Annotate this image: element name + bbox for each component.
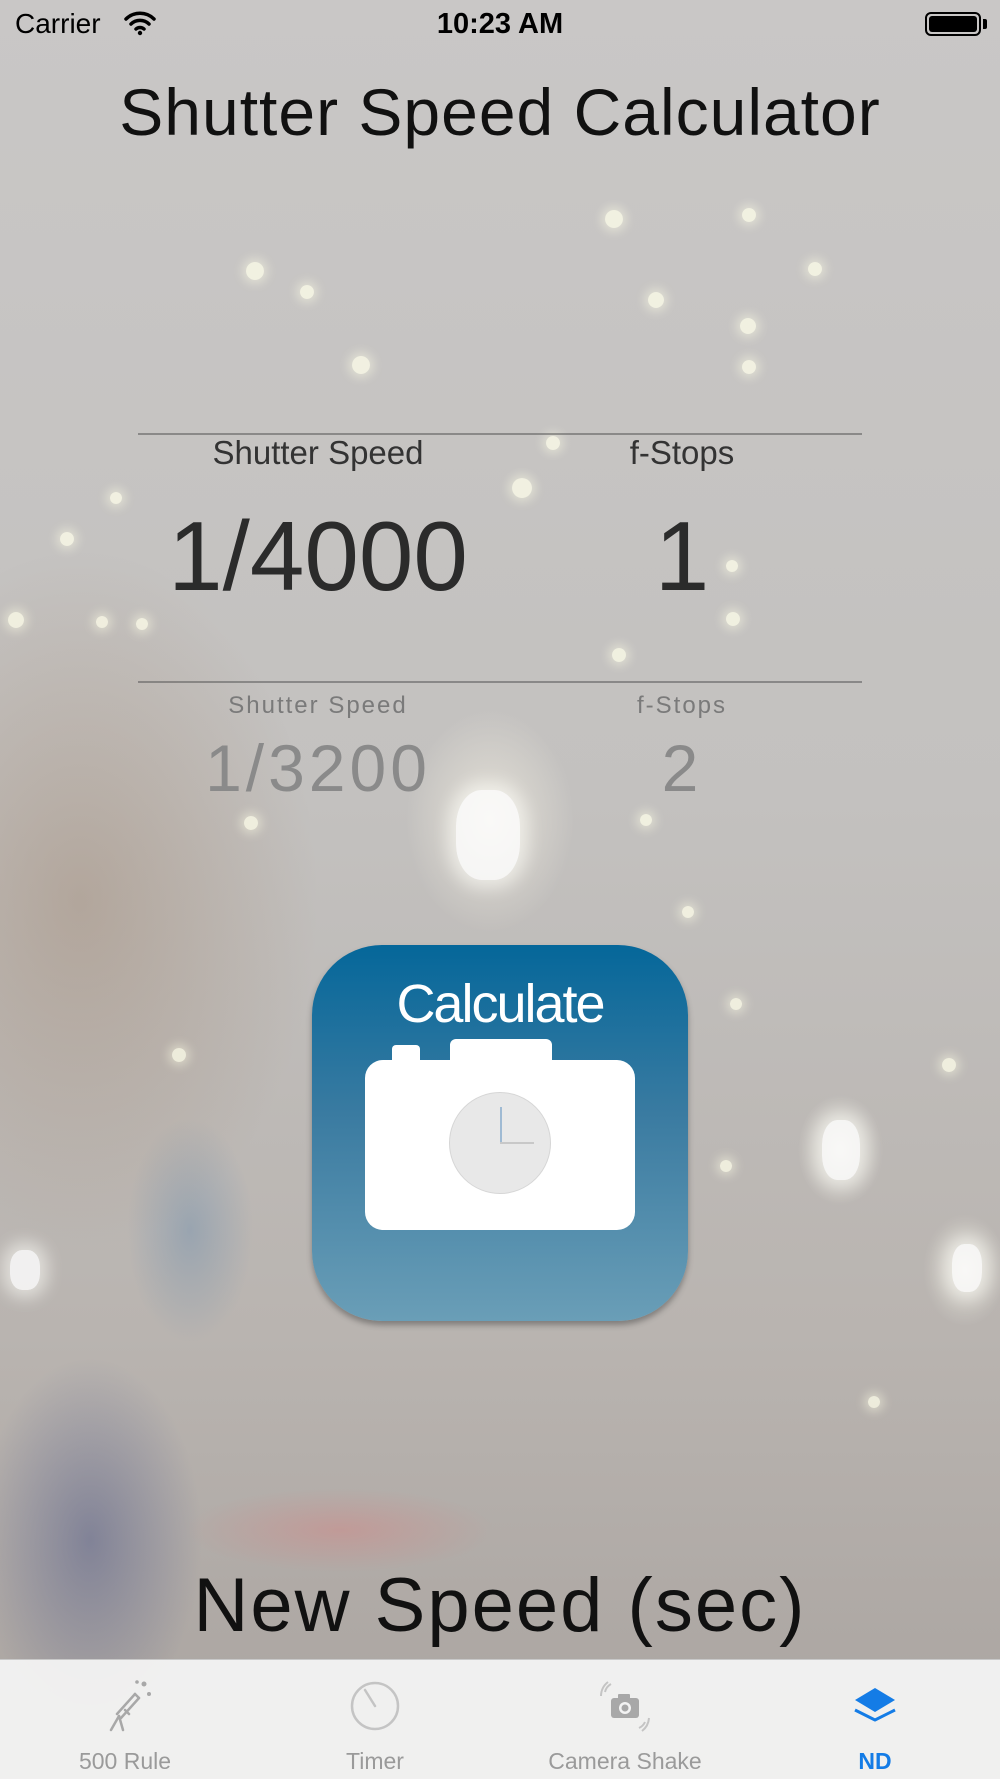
battery-cap: [983, 19, 987, 29]
f-stops-value[interactable]: 1: [532, 500, 832, 613]
tab-timer[interactable]: Timer: [250, 1660, 500, 1779]
calculate-button[interactable]: Calculate: [312, 945, 688, 1321]
background-photo: [0, 0, 1000, 1778]
status-time: 10:23 AM: [436, 8, 564, 40]
tab-camera-shake[interactable]: Camera Shake: [500, 1660, 750, 1779]
timer-icon: [345, 1674, 405, 1734]
shutter-speed-value[interactable]: 1/4000: [118, 500, 518, 613]
shutter-speed-label-next: Shutter Speed: [228, 692, 408, 719]
tab-label-timer: Timer: [346, 1748, 404, 1774]
tab-label-camera-shake: Camera Shake: [548, 1748, 702, 1774]
telescope-icon: [95, 1674, 155, 1734]
battery-icon: [925, 12, 981, 36]
status-bar: Carrier 10:23 AM: [0, 0, 1000, 52]
shutter-speed-value-next[interactable]: 1/3200: [118, 730, 518, 806]
f-stops-label-next: f-Stops: [636, 692, 728, 719]
tab-bar: 500 Rule Timer Camera Shake ND: [0, 1659, 1000, 1779]
shutter-speed-label: Shutter Speed: [212, 434, 424, 471]
picker-divider-bottom: [138, 681, 862, 683]
f-stops-label: f-Stops: [629, 434, 735, 471]
page-title: Shutter Speed Calculator: [119, 75, 881, 149]
tab-nd[interactable]: ND: [750, 1660, 1000, 1779]
tab-label-500-rule: 500 Rule: [78, 1748, 172, 1774]
calculate-button-label: Calculate: [396, 974, 605, 1034]
f-stops-value-next[interactable]: 2: [532, 730, 832, 806]
tab-label-nd: ND: [858, 1748, 892, 1774]
result-label: New Speed (sec): [193, 1563, 807, 1648]
layers-icon: [845, 1674, 905, 1734]
clock-lens-icon: [449, 1092, 551, 1194]
camera-shake-icon: [595, 1674, 655, 1734]
tab-500-rule[interactable]: 500 Rule: [0, 1660, 250, 1779]
